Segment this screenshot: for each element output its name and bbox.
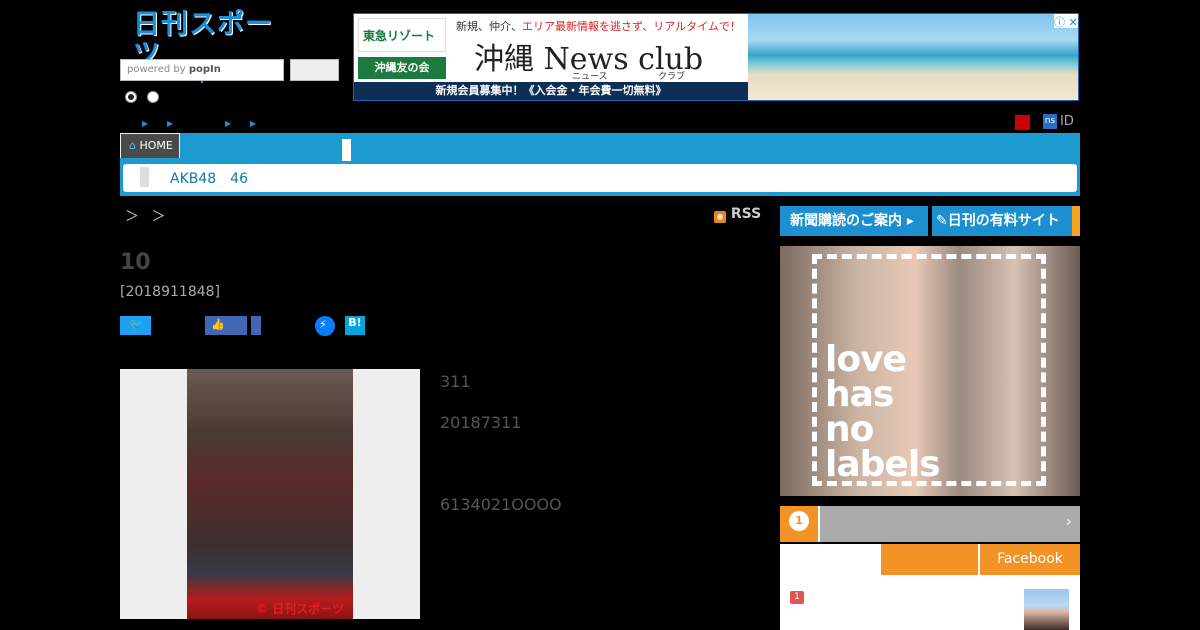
search-input[interactable]: powered by popIn [120,59,284,81]
banner-club: 沖縄友の会 [358,57,446,79]
sub-nav-marker [140,167,149,187]
nav-home-label: HOME [139,139,173,152]
hatena-bookmark-button[interactable]: B! [345,316,365,335]
facebook-like-button[interactable]: 👍 [205,316,247,335]
paid-site-label: 日刊の有料サイト [947,213,1060,229]
top-banner-ad[interactable]: 東急リゾート 沖縄友の会 新規、仲介、エリア最新情報を逃さず、リアルタイムで！ … [353,13,1079,101]
banner-brand: 東急リゾート [358,18,446,52]
thumbs-up-icon: 👍 [211,318,225,331]
ranking-medal-icon: 1 [789,511,809,531]
ad-slogan-line: labels [825,444,941,485]
banner-top-text: 新規、仲介、エリア最新情報を逃さず、リアルタイムで！ [456,18,741,34]
article-paragraph: 20187311 [440,413,522,432]
banner-ruby-club: クラブ [658,72,686,82]
sub-nav-item-akb[interactable]: AKB48 46 [170,168,248,188]
id-link[interactable]: ID [1060,114,1074,129]
sidebar-ad[interactable]: love has no labels [780,246,1080,496]
tab-facebook[interactable]: Facebook [980,544,1080,575]
chevron-right-icon[interactable]: › [1066,514,1072,530]
sub-nav-bar [123,164,1077,192]
breadcrumb[interactable]: ＞ ＞ [125,206,165,226]
banner-top-prefix: 新規、仲介、 [456,20,522,33]
subnav-arrow-icon: ▶ [250,119,257,128]
red-square-icon[interactable] [1015,115,1030,130]
rank-number-badge: 1 [790,591,804,604]
article-paragraph: 6134021OOOO [440,495,562,514]
nav-home-tab[interactable]: ⌂ HOME [120,133,180,158]
subnav-arrow-icon: ▶ [225,119,232,128]
subscribe-label: 新聞購読のご案内 [790,213,902,229]
article-paragraph: 311 [440,372,471,391]
search-button[interactable] [290,59,339,81]
popin-logo: popIn [188,64,221,75]
subscribe-button[interactable]: 新聞購読のご案内 ▸ [780,206,928,236]
ranking-thumbnail[interactable] [1024,589,1069,630]
search-powered: powered by [127,64,186,75]
banner-ruby-news: ニュース [572,72,608,82]
ad-slogan-line: has [825,374,894,415]
home-icon: ⌂ [129,139,136,152]
twitter-icon: 🐦 [129,318,143,331]
subnav-arrow-icon: ▶ [167,119,174,128]
pencil-icon: ✎ [936,213,948,229]
subnav-arrow-icon: ▶ [142,119,149,128]
messenger-icon: ⚡ [319,318,327,331]
rss-icon: ◉ [714,211,726,223]
ad-slogan-line: love [825,339,907,380]
ranking-icon: 1 [780,506,820,542]
messenger-share-button[interactable]: ⚡ [315,316,335,336]
banner-top-red: エリア最新情報を逃さず、リアルタイムで！ [522,20,741,33]
search-radio-web[interactable] [147,91,159,103]
ns-id-icon[interactable]: ns [1043,114,1057,129]
banner-bottom-text: 新規会員募集中！《入会金・年会費一切無料》 [354,82,748,100]
rss-label: RSS [730,206,762,222]
ranking-tab[interactable] [881,544,978,575]
article-photo[interactable] [187,369,353,619]
site-logo[interactable]: 日刊スポーツ nikkansports.com [133,10,288,84]
rss-link[interactable]: ◉ RSS [714,206,761,223]
ad-slogan-line: no [825,409,874,450]
nav-tab-marker[interactable] [342,139,351,161]
banner-brand-text: 東急リゾート [363,29,436,43]
ranking-header[interactable] [780,506,1080,542]
facebook-share-button[interactable] [251,316,261,335]
ad-choices-icon[interactable]: ⓘ ✕ [1054,14,1078,29]
search-radio-site[interactable] [125,91,137,103]
twitter-share-button[interactable]: 🐦 [120,316,151,335]
article-title: 10 [120,250,151,275]
photo-watermark: © 日刊スポーツ [256,602,344,616]
ad-slogan: love has no labels [825,339,941,485]
banner-beach-photo [748,14,1078,100]
article-date: [2018911848] [120,284,220,300]
paid-site-button[interactable]: ✎日刊の有料サイト [932,206,1080,236]
